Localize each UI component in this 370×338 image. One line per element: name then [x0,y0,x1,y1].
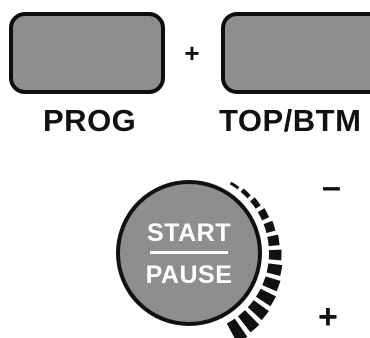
speed-scale-wedge [240,188,251,199]
speed-scale-wedge [266,263,283,276]
speed-scale-wedge [267,234,280,247]
speed-plus-sign: + [318,298,338,336]
speed-minus-sign: – [322,168,341,206]
speed-scale-wedge [229,181,240,190]
start-pause-button[interactable]: START PAUSE [116,180,262,326]
speed-scale-wedge [262,276,281,292]
speed-scale-wedge [255,288,277,307]
speed-scale-wedge [263,220,276,233]
speed-scale-wedge [250,197,261,209]
speed-scale-wedge [268,249,282,261]
start-text: START [147,219,231,247]
speed-dial-zone: START PAUSE – + [0,0,370,338]
start-pause-divider [150,251,228,254]
pause-text: PAUSE [145,261,233,289]
speed-scale-wedge [257,208,270,221]
